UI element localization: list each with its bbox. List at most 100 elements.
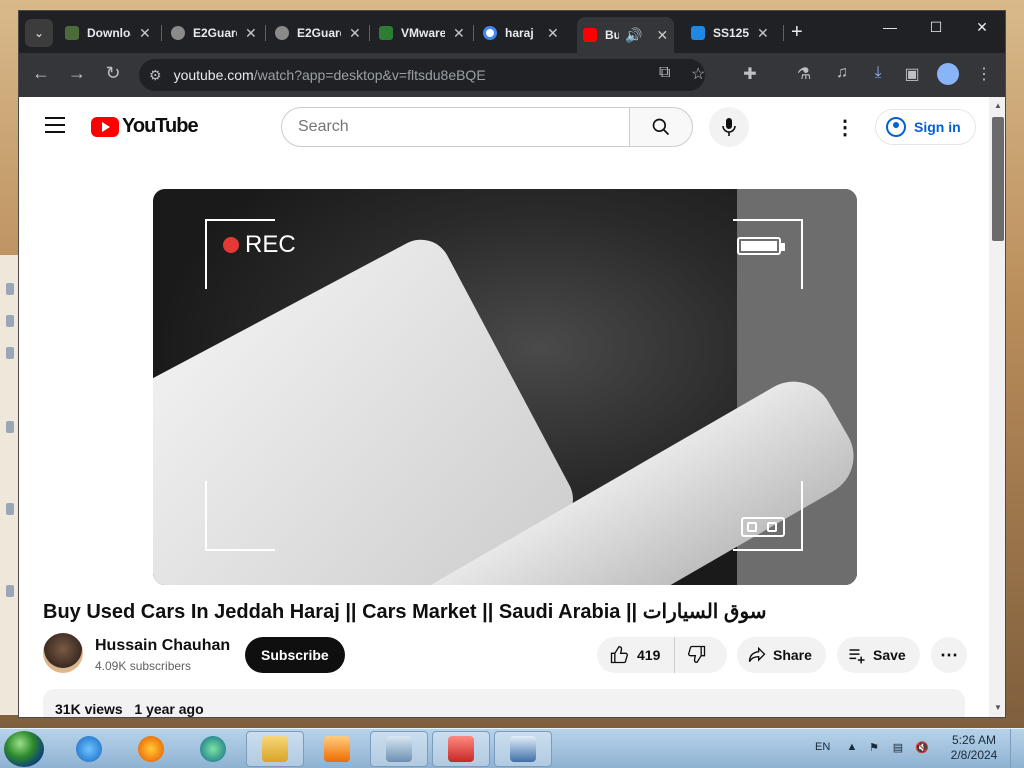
close-tab-icon[interactable]: ✕ [139, 25, 151, 42]
close-tab-icon[interactable]: ✕ [453, 25, 465, 42]
close-window-icon[interactable]: ✕ [959, 19, 1005, 36]
share-arrow-icon [748, 646, 766, 662]
side-panel-icon[interactable]: ▣ [901, 64, 923, 84]
speaker-icon[interactable]: 🔊 [625, 27, 642, 44]
tab-title: SS125 [713, 26, 749, 40]
tab-strip: ⌄ Downloads ✕ E2Guardian ✕ E2Guardian ✕ … [19, 11, 1005, 53]
forward-arrow-icon[interactable]: → [65, 63, 89, 84]
language-indicator[interactable]: EN [815, 741, 830, 753]
show-desktop-button[interactable] [1010, 729, 1024, 768]
taskbar-ie[interactable] [60, 731, 118, 767]
like-dislike-group: 419 [597, 637, 727, 673]
system-clock[interactable]: 5:26 AM 2/8/2024 [944, 733, 1004, 763]
settings-more-icon[interactable]: ⋮ [835, 115, 855, 140]
taskbar-remote-desktop[interactable] [370, 731, 428, 767]
taskbar-edge[interactable] [184, 731, 242, 767]
keyboard-icon [510, 736, 536, 762]
taskbar-keyboard-app[interactable] [494, 731, 552, 767]
video-player[interactable]: REC [153, 189, 857, 585]
save-label: Save [873, 647, 906, 663]
channel-avatar[interactable] [43, 633, 83, 673]
rec-label: REC [245, 231, 296, 258]
upload-age: 1 year ago [134, 701, 204, 717]
tab-e2guardian-1[interactable]: E2Guardian ✕ [171, 19, 257, 47]
address-bar[interactable]: ⚙ youtube.com /watch?app=desktop&v=fltsd… [139, 59, 705, 91]
extensions-puzzle-icon[interactable]: ✚ [739, 64, 761, 84]
maximize-icon[interactable]: ☐ [913, 19, 959, 36]
tab-title: haraj [505, 26, 534, 40]
youtube-wordmark: YouTube [122, 115, 199, 137]
taskbar-media-player[interactable] [308, 731, 366, 767]
tab-haraj[interactable]: haraj ✕ [483, 19, 559, 47]
subscriber-count: 4.09K subscribers [95, 659, 192, 673]
firefox-icon [138, 736, 164, 762]
tab-vmware[interactable]: VMware ✕ [379, 19, 465, 47]
tab-search-button[interactable]: ⌄ [25, 19, 53, 47]
share-button[interactable]: Share [737, 637, 826, 673]
tab-downloads[interactable]: Downloads ✕ [65, 19, 151, 47]
downloads-icon[interactable]: ⤓ [867, 64, 889, 82]
thumbs-down-icon [688, 645, 706, 663]
subscribe-button[interactable]: Subscribe [245, 637, 345, 673]
dislike-button[interactable] [675, 644, 721, 667]
tab-separator [369, 25, 370, 41]
cassette-icon [741, 517, 785, 537]
network-icon[interactable]: ▤ [890, 741, 906, 755]
scroll-up-icon[interactable]: ▲ [994, 101, 1002, 110]
back-arrow-icon[interactable]: ← [29, 63, 53, 84]
like-button[interactable]: 419 [597, 637, 676, 673]
page-scrollbar[interactable]: ▲ ▼ [989, 97, 1005, 717]
minimize-icon[interactable]: — [867, 19, 913, 35]
tab-youtube-active[interactable]: Buy Used Cars 🔊 ✕ [577, 17, 675, 53]
search-input[interactable] [281, 107, 631, 147]
playlist-add-icon [849, 649, 865, 664]
profile-avatar-icon[interactable] [937, 63, 959, 85]
scrollbar-thumb[interactable] [992, 117, 1004, 241]
desktop-icon-strip [0, 255, 18, 715]
close-tab-icon[interactable]: ✕ [656, 27, 668, 44]
tab-separator [473, 25, 474, 41]
globe-favicon-icon [171, 26, 185, 40]
clock-time: 5:26 AM [951, 733, 997, 747]
sign-in-button[interactable]: Sign in [875, 109, 976, 145]
new-tab-plus-icon[interactable]: + [791, 21, 803, 44]
close-tab-icon[interactable]: ✕ [349, 25, 361, 42]
bookmark-star-icon[interactable]: ☆ [691, 64, 705, 84]
voice-search-button[interactable] [709, 107, 749, 147]
taskbar-explorer[interactable] [246, 731, 304, 767]
toolbox-icon [448, 736, 474, 762]
channel-name[interactable]: Hussain Chauhan [95, 637, 230, 655]
tab-e2guardian-2[interactable]: E2Guardian ✕ [275, 19, 361, 47]
taskbar: EN ▲ ⚑ ▤ 🔇 5:26 AM 2/8/2024 [0, 728, 1024, 768]
labs-flask-icon[interactable]: ⚗ [793, 64, 815, 84]
search-button[interactable] [629, 107, 693, 147]
taskbar-firefox[interactable] [122, 731, 180, 767]
close-tab-icon[interactable]: ✕ [757, 25, 769, 42]
show-hidden-icons-icon[interactable]: ▲ [844, 741, 860, 755]
start-orb-icon[interactable] [4, 731, 44, 767]
chrome-menu-icon[interactable]: ⋮ [973, 64, 995, 84]
site-info-icon[interactable]: ⚙ [149, 67, 162, 84]
guide-menu-icon[interactable] [45, 117, 65, 133]
action-center-flag-icon[interactable]: ⚑ [866, 741, 882, 755]
taskbar-toolbox[interactable] [432, 731, 490, 767]
edge-icon [200, 736, 226, 762]
youtube-logo[interactable]: YouTube [91, 115, 199, 138]
network-computers-icon [386, 736, 412, 762]
close-tab-icon[interactable]: ✕ [547, 25, 559, 42]
install-app-icon[interactable]: ⧉ [659, 64, 670, 82]
youtube-play-logo-icon [91, 116, 119, 137]
reload-icon[interactable]: ↻ [101, 63, 125, 84]
browser-toolbar: ← → ↻ ⚙ youtube.com /watch?app=desktop&v… [19, 53, 1005, 97]
volume-muted-icon[interactable]: 🔇 [914, 741, 930, 755]
tab-ss125[interactable]: SS125 ✕ [691, 19, 769, 47]
scroll-down-icon[interactable]: ▼ [994, 703, 1002, 712]
save-button[interactable]: Save [837, 637, 920, 673]
tab-title: E2Guardian [193, 26, 237, 40]
more-actions-icon[interactable]: ⋯ [931, 637, 967, 673]
close-tab-icon[interactable]: ✕ [245, 25, 257, 42]
media-control-icon[interactable]: ♫ [831, 64, 853, 82]
browser-window: ⌄ Downloads ✕ E2Guardian ✕ E2Guardian ✕ … [18, 10, 1006, 718]
tab-separator [265, 25, 266, 41]
description-box[interactable]: 31K views 1 year ago [43, 689, 965, 717]
